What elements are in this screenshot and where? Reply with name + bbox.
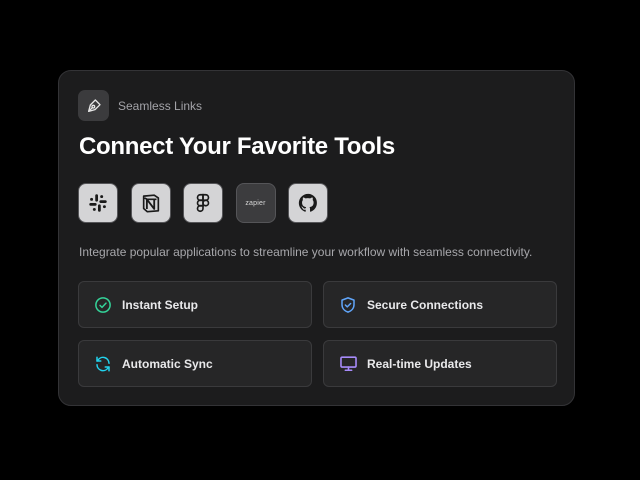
- feature-automatic-sync[interactable]: Automatic Sync: [78, 340, 312, 387]
- feature-label: Instant Setup: [122, 297, 199, 312]
- feature-label: Real-time Updates: [367, 356, 472, 371]
- feature-instant-setup[interactable]: Instant Setup: [78, 281, 312, 328]
- integration-card: Seamless Links Connect Your Favorite Too…: [58, 70, 575, 406]
- refresh-icon: [93, 354, 113, 374]
- brand: Seamless Links: [78, 90, 202, 121]
- brand-name: Seamless Links: [118, 98, 203, 113]
- shield-check-icon: [338, 295, 358, 315]
- description-text: Integrate popular applications to stream…: [79, 245, 533, 259]
- page-title: Connect Your Favorite Tools: [79, 133, 395, 160]
- feature-real-time-updates[interactable]: Real-time Updates: [323, 340, 557, 387]
- zapier-tool-button[interactable]: zapier: [235, 183, 276, 223]
- feature-secure-connections[interactable]: Secure Connections: [323, 281, 557, 328]
- tool-icons-row: zapier: [78, 183, 341, 223]
- slack-tool-button[interactable]: [78, 183, 118, 223]
- github-icon: [298, 193, 317, 212]
- zapier-icon: zapier: [245, 199, 266, 207]
- slack-icon: [89, 194, 107, 212]
- notion-tool-button[interactable]: [130, 183, 171, 223]
- pen-nib-icon: [78, 90, 109, 121]
- notion-icon: [142, 194, 159, 213]
- github-tool-button[interactable]: [288, 183, 328, 223]
- figma-icon: [196, 193, 210, 213]
- feature-label: Secure Connections: [367, 297, 484, 312]
- feature-label: Automatic Sync: [122, 356, 213, 371]
- monitor-icon: [338, 354, 358, 374]
- check-circle-icon: [93, 295, 113, 315]
- figma-tool-button[interactable]: [183, 183, 223, 223]
